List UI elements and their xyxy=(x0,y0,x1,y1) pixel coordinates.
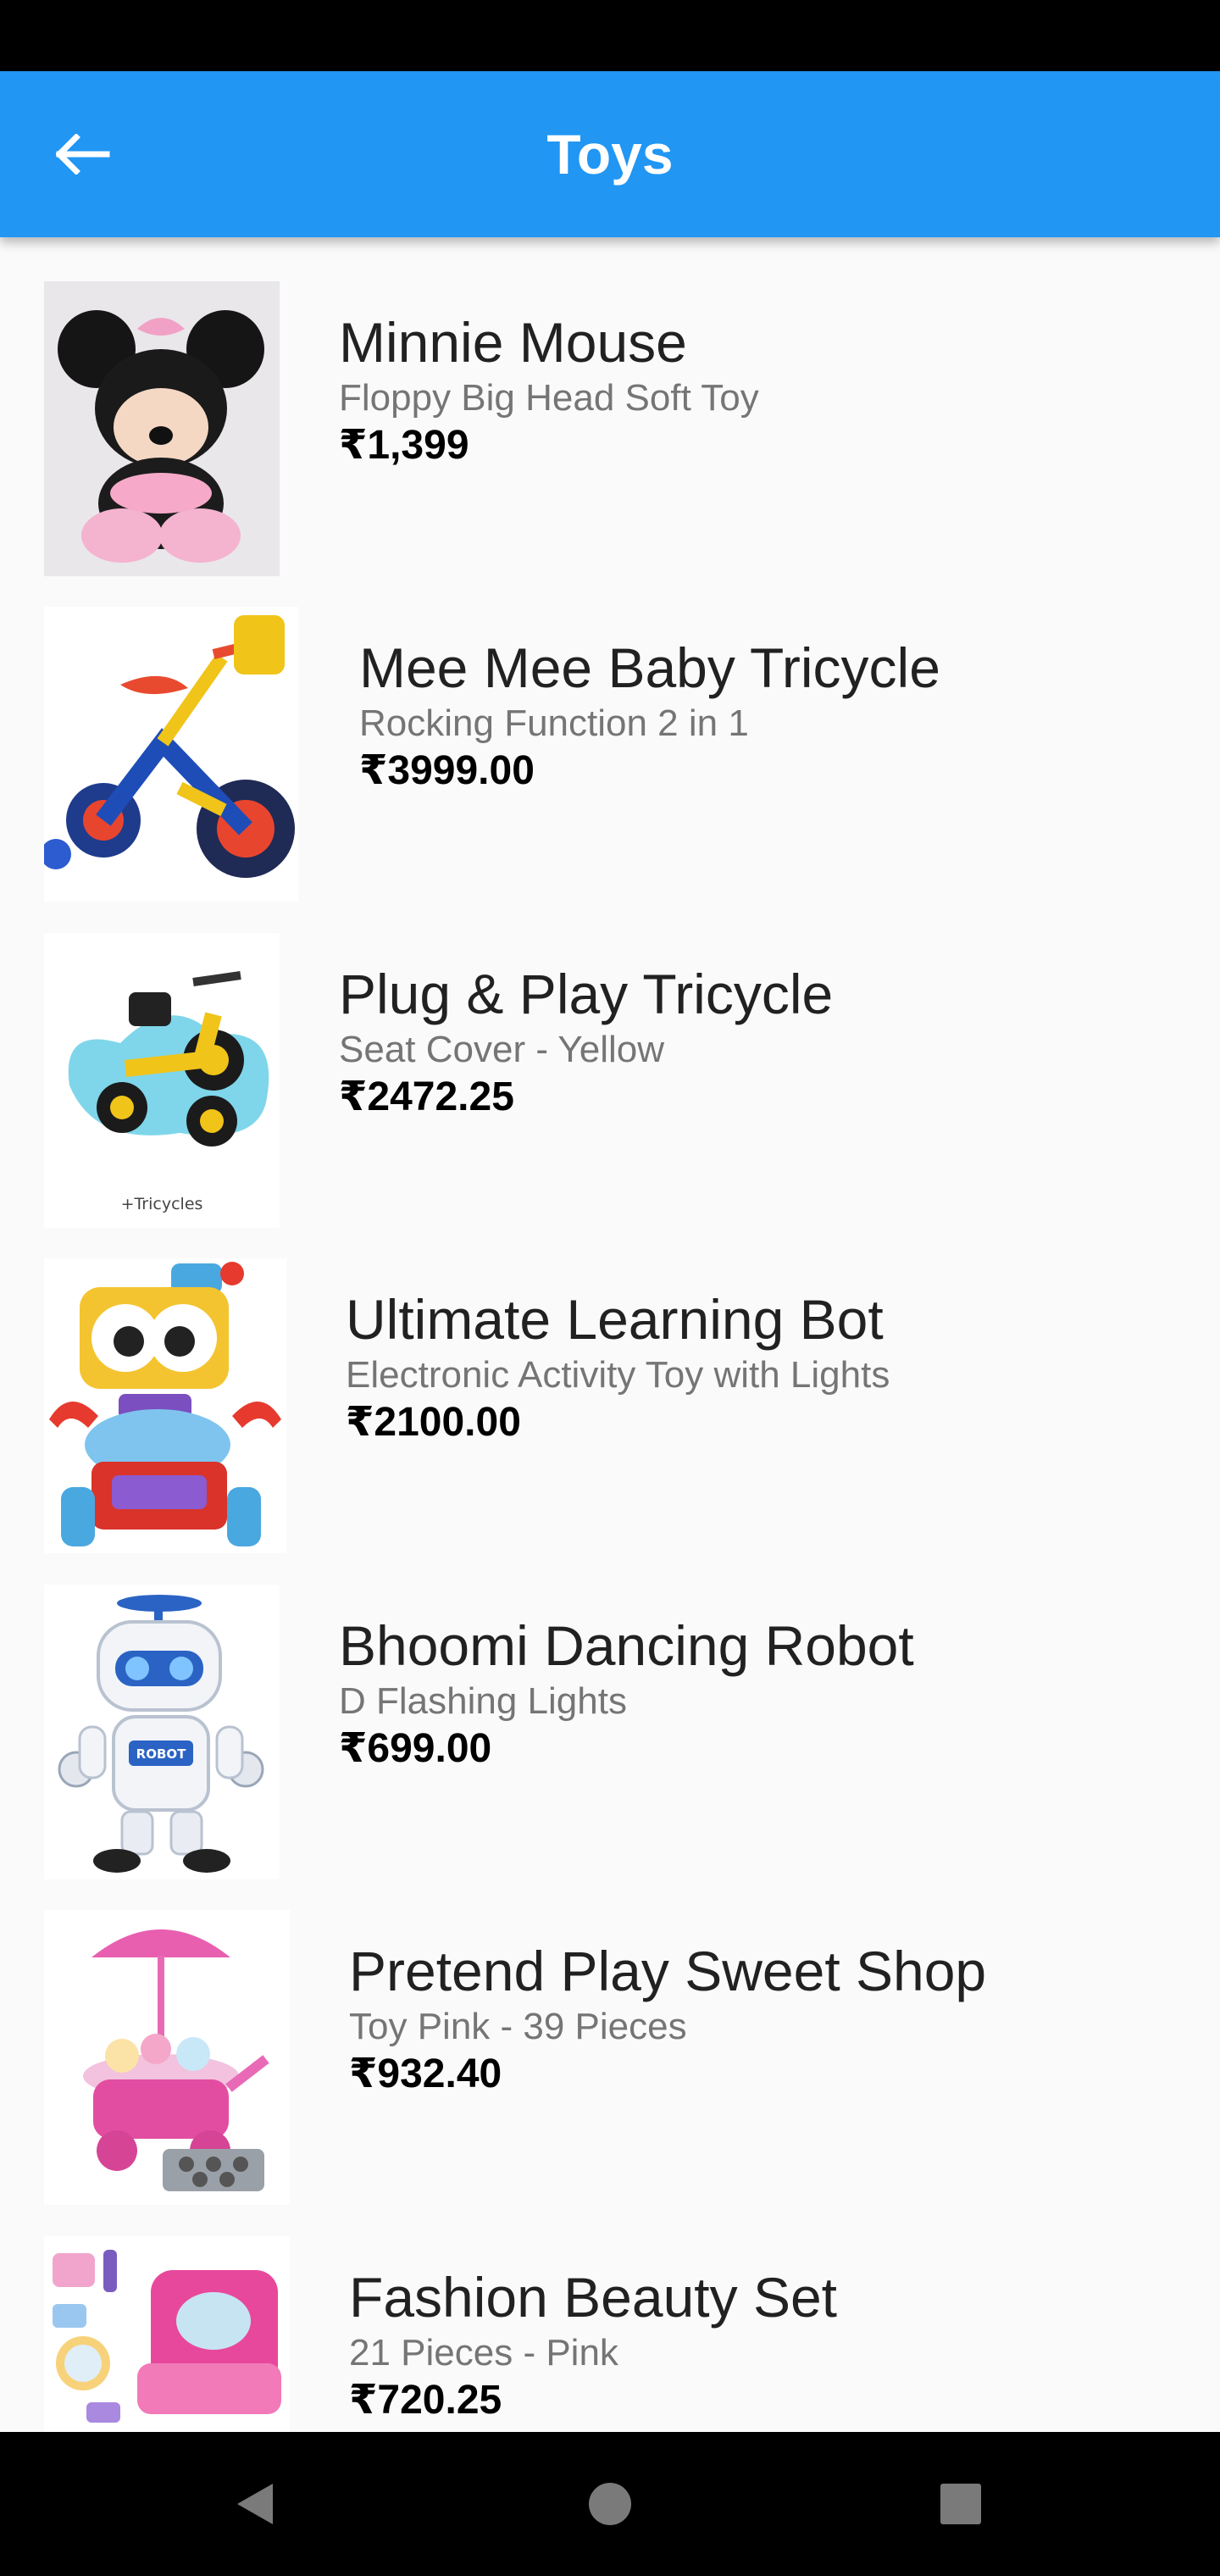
product-name: Pretend Play Sweet Shop xyxy=(349,1940,987,2002)
status-bar xyxy=(0,0,1220,71)
product-item[interactable]: Mee Mee Baby Tricycle Rocking Function 2… xyxy=(0,563,1220,902)
product-name: Mee Mee Baby Tricycle xyxy=(359,636,940,699)
product-price: ₹932.40 xyxy=(349,2051,502,2096)
product-price: ₹720.25 xyxy=(349,2378,502,2423)
product-image-yellow-tricycle: +Tricycles xyxy=(44,933,280,1228)
product-image-dancing-robot: ROBOT xyxy=(44,1585,280,1879)
product-price: ₹2472.25 xyxy=(339,1074,514,1119)
product-image-minnie-mouse xyxy=(44,281,280,576)
product-name: Fashion Beauty Set xyxy=(349,2266,838,2329)
product-image-beauty-set xyxy=(44,2236,290,2432)
app-bar: Toys xyxy=(0,71,1220,237)
nav-back-button[interactable] xyxy=(220,2470,288,2538)
nav-home-button[interactable] xyxy=(576,2470,644,2538)
product-item[interactable]: +Tricycles Plug & Play Tricycle Seat Cov… xyxy=(0,889,1220,1228)
image-label: ROBOT xyxy=(136,1746,186,1762)
product-item[interactable]: Minnie Mouse Floppy Big Head Soft Toy ₹1… xyxy=(0,237,1220,576)
product-description: Rocking Function 2 in 1 xyxy=(359,702,749,744)
nav-recents-button[interactable] xyxy=(927,2470,995,2538)
product-name: Minnie Mouse xyxy=(339,311,687,374)
nav-recents-icon xyxy=(940,2484,981,2524)
product-list[interactable]: Minnie Mouse Floppy Big Head Soft Toy ₹1… xyxy=(0,237,1220,2432)
arrow-back-icon xyxy=(56,134,110,175)
product-description: Electronic Activity Toy with Lights xyxy=(346,1354,890,1396)
product-image-sweet-shop-cart xyxy=(44,1910,290,2205)
system-nav-bar xyxy=(0,2432,1220,2576)
nav-back-icon xyxy=(237,2484,273,2524)
product-price: ₹2100.00 xyxy=(346,1400,521,1445)
product-item[interactable]: Ultimate Learning Bot Electronic Activit… xyxy=(0,1214,1220,1553)
product-item[interactable]: Pretend Play Sweet Shop Toy Pink - 39 Pi… xyxy=(0,1866,1220,2205)
back-button[interactable] xyxy=(51,122,115,186)
product-price: ₹699.00 xyxy=(339,1726,492,1771)
product-price: ₹1,399 xyxy=(339,423,469,468)
product-name: Ultimate Learning Bot xyxy=(346,1288,884,1351)
product-item[interactable]: Fashion Beauty Set 21 Pieces - Pink ₹720… xyxy=(0,2192,1220,2432)
page-title: Toys xyxy=(546,123,674,186)
product-image-learning-robot xyxy=(44,1258,286,1553)
product-description: D Flashing Lights xyxy=(339,1680,627,1722)
product-item[interactable]: ROBOT Bhoomi Dancing Robot D Flashing Li… xyxy=(0,1541,1220,1879)
image-caption: +Tricycles xyxy=(121,1195,203,1213)
product-description: Floppy Big Head Soft Toy xyxy=(339,377,759,419)
product-description: Seat Cover - Yellow xyxy=(339,1029,664,1070)
product-price: ₹3999.00 xyxy=(359,748,535,793)
nav-home-icon xyxy=(589,2483,631,2525)
product-name: Bhoomi Dancing Robot xyxy=(339,1614,914,1677)
product-description: 21 Pieces - Pink xyxy=(349,2332,618,2373)
product-image-kids-bicycle xyxy=(44,607,298,902)
product-name: Plug & Play Tricycle xyxy=(339,963,834,1025)
product-description: Toy Pink - 39 Pieces xyxy=(349,2006,687,2047)
